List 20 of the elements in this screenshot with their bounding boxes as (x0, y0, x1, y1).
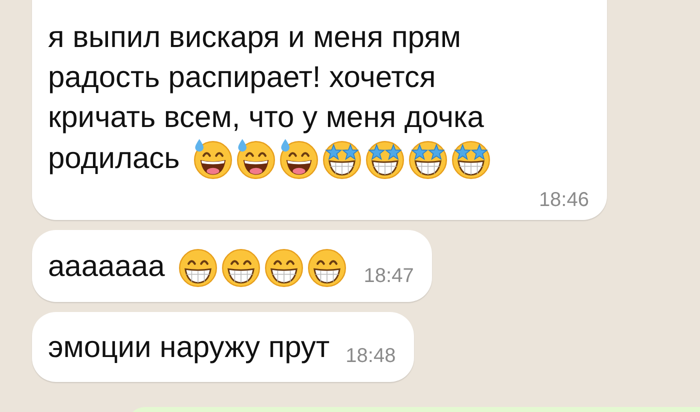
grin-emoji-icon (262, 246, 305, 288)
sweat-grin-emoji-icon (192, 138, 234, 180)
sweat-grin-emoji-icon (234, 138, 277, 180)
sweat-grin-emoji-icon (278, 138, 320, 180)
message-time: 18:46 (538, 188, 589, 212)
message-time: 18:47 (364, 264, 414, 288)
message-text: ааааааа (48, 249, 165, 285)
grin-emoji-icon (306, 246, 348, 288)
grin-emoji-icon (220, 246, 262, 288)
message-text: кричать всем, что у меня дочка (48, 100, 484, 136)
star-eyes-emoji-icon (450, 138, 492, 180)
message-time: 18:48 (346, 344, 396, 368)
star-eyes-emoji-icon (320, 138, 363, 180)
message-text: эмоции наружу прут (48, 330, 330, 366)
message-text: родилась (48, 141, 180, 177)
message-text: я выпил вискаря и меня прям (48, 20, 462, 56)
star-eyes-emoji-icon (364, 138, 406, 180)
message-text: радость распирает! хочется (48, 60, 436, 96)
star-eyes-emoji-icon (406, 138, 449, 180)
grin-emoji-icon (176, 246, 219, 288)
